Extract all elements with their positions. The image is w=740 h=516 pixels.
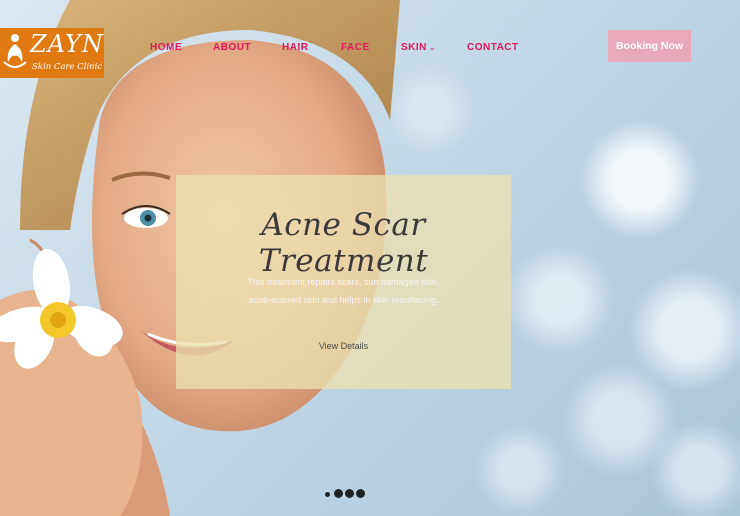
logo-name: ZAYN [30,30,104,58]
nav-face[interactable]: FACE [341,42,370,53]
slide-description-line1: This treatment repairs scars, sun damage… [247,277,440,287]
carousel-dot-1[interactable] [325,492,330,497]
carousel-dot-2[interactable] [334,489,343,498]
view-details-link[interactable]: View Details [176,341,511,351]
slide-title: Acne Scar Treatment [258,207,429,279]
nav-contact[interactable]: CONTACT [467,42,519,53]
slide-caption: Acne Scar Treatment This treatment repai… [176,175,511,389]
lotus-icon [3,34,27,68]
nav-skin-label: SKIN [401,42,427,53]
nav-home[interactable]: HOME [150,42,182,53]
logo-tagline: Skin Care Clinic [32,62,103,72]
chevron-down-icon: ⌄ [428,43,437,52]
carousel-dot-4[interactable] [356,489,365,498]
nav-hair[interactable]: HAIR [282,42,308,53]
slide-description: This treatment repairs scars, sun damage… [216,273,471,309]
carousel-dot-3[interactable] [345,489,354,498]
hero-slider: ZAYN Skin Care Clinic HOME ABOUT HAIR FA… [0,0,740,516]
nav-about[interactable]: ABOUT [213,42,251,53]
slide-description-line2: acne-scarred skin and helps in skin resu… [248,295,439,305]
booking-now-button[interactable]: Booking Now [608,30,691,62]
logo[interactable]: ZAYN Skin Care Clinic [0,28,104,78]
nav-skin[interactable]: SKIN ⌄ [401,42,436,53]
